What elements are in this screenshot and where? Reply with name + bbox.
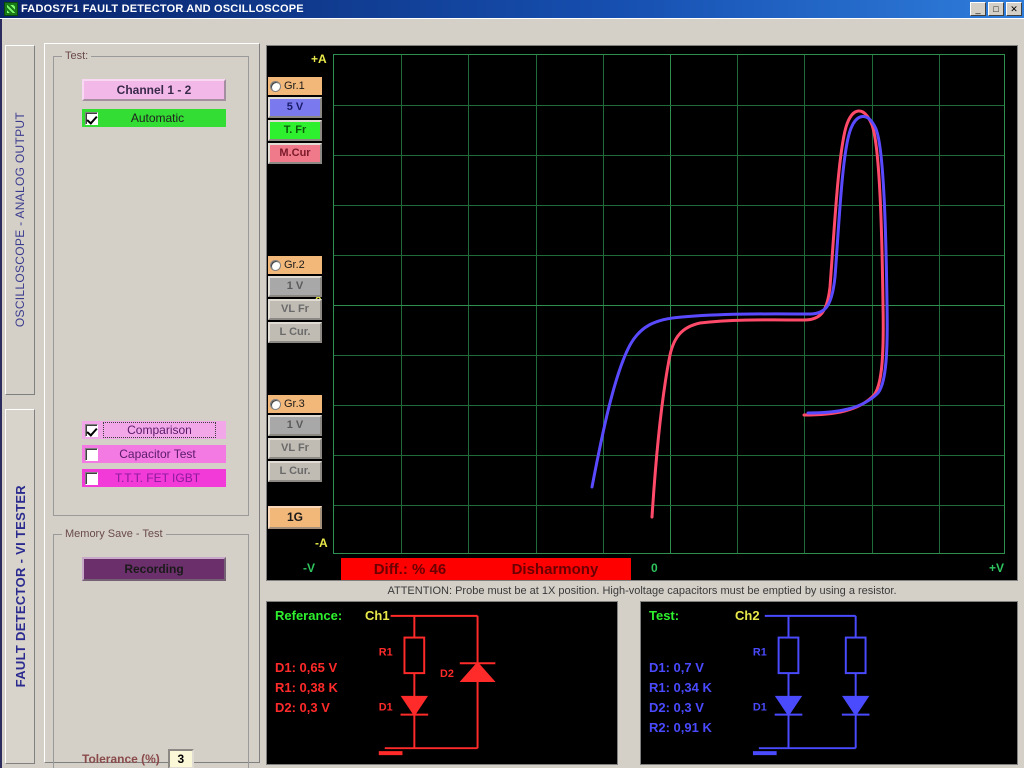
tab-fault-detector-vi-tester[interactable]: FAULT DETECTOR - VI TESTER [5,409,35,764]
harmony-status-text: Disharmony [512,561,599,578]
tolerance-input[interactable]: 3 [168,749,194,768]
gr2-voltage-button[interactable]: 1 V [268,276,322,297]
reference-circuit-panel: Referance: Ch1 D1: 0,65 V R1: 0,38 K D2:… [266,601,618,765]
tab-oscilloscope-analog-output[interactable]: OSCILLOSCOPE - ANALOG OUTPUT [5,45,35,395]
reference-circuit-diagram: R1 D1 D2 [267,602,617,764]
ttt-fet-igbt-checkbox-label: T.T.T. FET IGBT [103,471,226,485]
gr2-radio[interactable]: Gr.2 [268,256,322,274]
recording-button[interactable]: Recording [82,557,226,581]
difference-percent-text: Diff.: % 46 [374,561,447,578]
difference-status-bar: Diff.: % 46 Disharmony [341,558,631,580]
attention-notice: ATTENTION: Probe must be at 1X position.… [266,583,1018,599]
gain-group-1: Gr.1 5 V T. Fr M.Cur [268,77,324,164]
automatic-checkbox-box[interactable] [85,112,98,125]
gr3-voltage-button[interactable]: 1 V [268,415,322,436]
memory-save-groupbox-label: Memory Save - Test [62,528,166,540]
gain-group-3: Gr.3 1 V VL Fr L Cur. [268,395,324,482]
gr3-radio[interactable]: Gr.3 [268,395,322,413]
gr2-current-button[interactable]: L Cur. [268,322,322,343]
gr3-radio-label: Gr.3 [284,398,305,410]
axis-label-minus-volt: -V [303,561,315,575]
gr1-radio-label: Gr.1 [284,80,305,92]
app-icon [4,2,18,16]
window-title: FADOS7F1 FAULT DETECTOR AND OSCILLOSCOPE [21,3,304,15]
tolerance-row: Tolerance (%) 3 [82,749,194,768]
gr1-radio[interactable]: Gr.1 [268,77,322,95]
minimize-button[interactable]: _ [970,2,986,16]
test-circuit-panel: Test: Ch2 D1: 0,7 V R1: 0,34 K D2: 0,3 V… [640,601,1018,765]
gr3-frequency-button[interactable]: VL Fr [268,438,322,459]
reference-d1-label: D1 [379,702,393,714]
comparison-checkbox-label: Comparison [103,422,216,438]
comparison-checkbox[interactable]: Comparison [82,421,226,439]
tolerance-label: Tolerance (%) [82,752,160,766]
ttt-fet-igbt-checkbox-box[interactable] [85,472,98,485]
gr1-frequency-button[interactable]: T. Fr [268,120,322,141]
reference-r1-label: R1 [379,646,393,658]
restore-button[interactable]: □ [988,2,1004,16]
plot-canvas[interactable] [333,54,1005,554]
axis-label-zero-x: 0 [651,561,658,575]
capacitor-test-checkbox-box[interactable] [85,448,98,461]
comparison-checkbox-box[interactable] [85,424,98,437]
axis-label-plus-amp: +A [311,52,327,66]
gr3-radio-dot[interactable] [270,399,281,410]
window-titlebar: FADOS7F1 FAULT DETECTOR AND OSCILLOSCOPE… [0,0,1024,18]
gr1-radio-dot[interactable] [270,81,281,92]
client-area: OSCILLOSCOPE - ANALOG OUTPUT FAULT DETEC… [0,18,1024,768]
gr2-radio-label: Gr.2 [284,259,305,271]
test-d1-label: D1 [753,702,767,714]
test-groupbox-label: Test: [62,50,91,62]
vi-curve-graph-panel: +A 0 -A -V 0 +V Diff.: % 46 Disharmony [266,45,1018,581]
vi-trace [592,116,887,487]
gr3-current-button[interactable]: L Cur. [268,461,322,482]
capacitor-test-checkbox-label: Capacitor Test [103,447,226,461]
automatic-checkbox[interactable]: Automatic [82,109,226,127]
test-r1-label: R1 [753,646,767,658]
close-button[interactable]: ✕ [1006,2,1022,16]
vertical-tab-strip: OSCILLOSCOPE - ANALOG OUTPUT FAULT DETEC… [0,19,36,768]
gr2-frequency-button[interactable]: VL Fr [268,299,322,320]
gain-group-2: Gr.2 1 V VL Fr L Cur. [268,256,324,343]
range-1g-button[interactable]: 1G [268,506,322,529]
channel-select-button[interactable]: Channel 1 - 2 [82,79,226,101]
axis-label-plus-volt: +V [989,561,1004,575]
window-controls: _ □ ✕ [970,2,1022,16]
tab-oscilloscope-label: OSCILLOSCOPE - ANALOG OUTPUT [13,112,27,327]
ttt-fet-igbt-checkbox[interactable]: T.T.T. FET IGBT [82,469,226,487]
vi-curve-traces [334,55,1005,554]
reference-d2-label: D2 [440,668,454,680]
left-control-panel: Test: Channel 1 - 2 Automatic Comparison… [44,43,260,763]
capacitor-test-checkbox[interactable]: Capacitor Test [82,445,226,463]
test-circuit-diagram: R1 D1 [641,602,1017,764]
memory-save-groupbox: Memory Save - Test Recording Tolerance (… [53,534,249,768]
automatic-checkbox-label: Automatic [103,111,226,125]
axis-label-minus-amp: -A [315,536,328,550]
gr2-radio-dot[interactable] [270,260,281,271]
gr1-voltage-button[interactable]: 5 V [268,97,322,118]
gain-group-column: Gr.1 5 V T. Fr M.Cur Gr.2 1 V VL Fr L Cu… [268,77,324,529]
test-groupbox: Test: Channel 1 - 2 Automatic Comparison… [53,56,249,516]
tab-fault-detector-label: FAULT DETECTOR - VI TESTER [13,485,28,687]
gr1-current-button[interactable]: M.Cur [268,143,322,164]
